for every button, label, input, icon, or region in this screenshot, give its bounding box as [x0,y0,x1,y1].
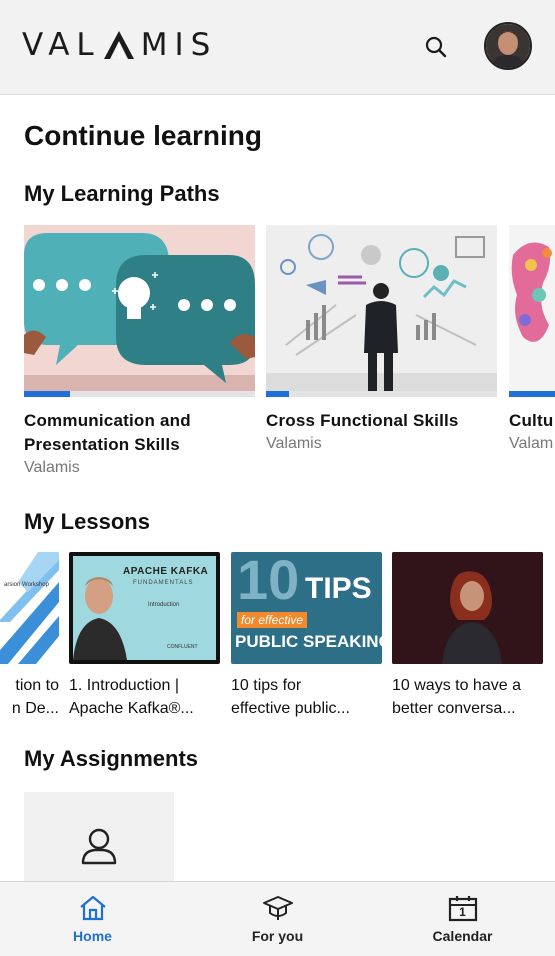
tips-banner: PUBLIC SPEAKING [235,632,382,651]
bottom-navigation: Home For you 1 Calendar [0,881,555,956]
learning-path-card[interactable]: Cultu Valam [509,225,555,455]
calendar-day: 1 [459,905,466,919]
path-provider: Valamis [266,435,322,452]
tips-big-number: 10 [237,552,300,611]
nav-home-label: Home [73,928,112,944]
nav-calendar-label: Calendar [432,928,493,944]
lessons-heading: My Lessons [24,509,150,534]
lesson-card[interactable]: 10 TIPS for effective PUBLIC SPEAKING 10… [231,552,382,720]
logo-mark-icon [103,31,134,60]
business-man-illustration [266,225,497,397]
user-avatar[interactable] [484,22,532,70]
top-header: VAL MIS [0,0,555,95]
path-title: Cultu [509,411,554,430]
valamis-logo[interactable]: VAL MIS [22,27,217,63]
lesson-thumbnail [392,552,543,664]
learning-path-thumbnail [266,225,497,397]
lesson-card[interactable]: APACHE KAFKA FUNDAMENTALS Introduction C… [69,552,220,720]
tips-word: TIPS [305,572,372,605]
learning-path-card[interactable]: Cross Functional Skills Valamis [266,225,497,455]
person-icon [81,828,117,865]
calendar-icon: 1 [448,894,478,922]
avatar-photo [486,24,530,68]
path-provider: Valamis [24,459,80,476]
lesson-thumbnail: 10 TIPS for effective PUBLIC SPEAKING [231,552,382,664]
logo-text-right: MIS [140,27,218,63]
path-progress-bar [266,391,497,397]
lesson-title: 10 tips for effective public... [231,677,350,717]
path-title: Communication and Presentation Skills [24,411,191,454]
lessons-carousel[interactable]: arsion Workshop tion to n De... APACHE K… [0,552,555,727]
nav-for-you-label: For you [251,928,304,944]
lesson-card[interactable]: arsion Workshop tion to n De... [0,552,59,720]
app-root: VAL MIS Continue learning My Learning Pa… [0,0,555,956]
search-button[interactable] [421,32,451,62]
speech-bubbles-illustration [24,225,255,397]
kafka-brand: CONFLUENT [167,644,198,650]
kafka-title: APACHE KAFKA [123,566,209,577]
lesson-title: tion to n De... [11,677,59,717]
nav-for-you[interactable]: For you [185,882,370,956]
home-icon [79,895,106,921]
kafka-subtitle: FUNDAMENTALS [133,580,194,586]
logo-text-left: VAL [22,27,101,63]
blue-pattern-thumbnail [0,552,59,664]
lesson-thumb-caption: arsion Workshop [4,582,49,588]
lesson-title: 10 ways to have a better conversa... [392,677,521,717]
nav-home[interactable]: Home [0,882,185,956]
speaker-photo [392,552,543,664]
lesson-thumbnail: APACHE KAFKA FUNDAMENTALS Introduction C… [69,552,220,664]
learning-path-card[interactable]: Communication and Presentation Skills Va… [24,225,255,479]
path-progress-bar [24,391,255,397]
colorful-map-illustration [509,225,555,397]
kafka-intro: Introduction [148,602,180,608]
kafka-thumb: APACHE KAFKA FUNDAMENTALS Introduction C… [73,556,216,660]
learning-paths-heading: My Learning Paths [24,181,220,206]
path-provider: Valam [509,435,554,452]
assignments-heading: My Assignments [24,746,199,771]
path-progress-bar [509,391,555,397]
lesson-thumbnail: arsion Workshop [0,552,59,664]
graduation-cap-icon [262,896,293,920]
page-title: Continue learning [24,120,262,151]
search-icon [425,36,447,58]
learning-paths-carousel[interactable]: Communication and Presentation Skills Va… [0,225,555,485]
learning-path-thumbnail [509,225,555,397]
lesson-title: 1. Introduction | Apache Kafka®... [69,677,194,717]
tips-for-effective: for effective [237,612,308,628]
path-title: Cross Functional Skills [266,411,459,430]
lesson-card[interactable]: 10 ways to have a better conversa... [392,552,543,720]
learning-path-thumbnail [24,225,255,397]
assignment-card[interactable] [24,792,174,887]
nav-calendar[interactable]: 1 Calendar [370,882,555,956]
